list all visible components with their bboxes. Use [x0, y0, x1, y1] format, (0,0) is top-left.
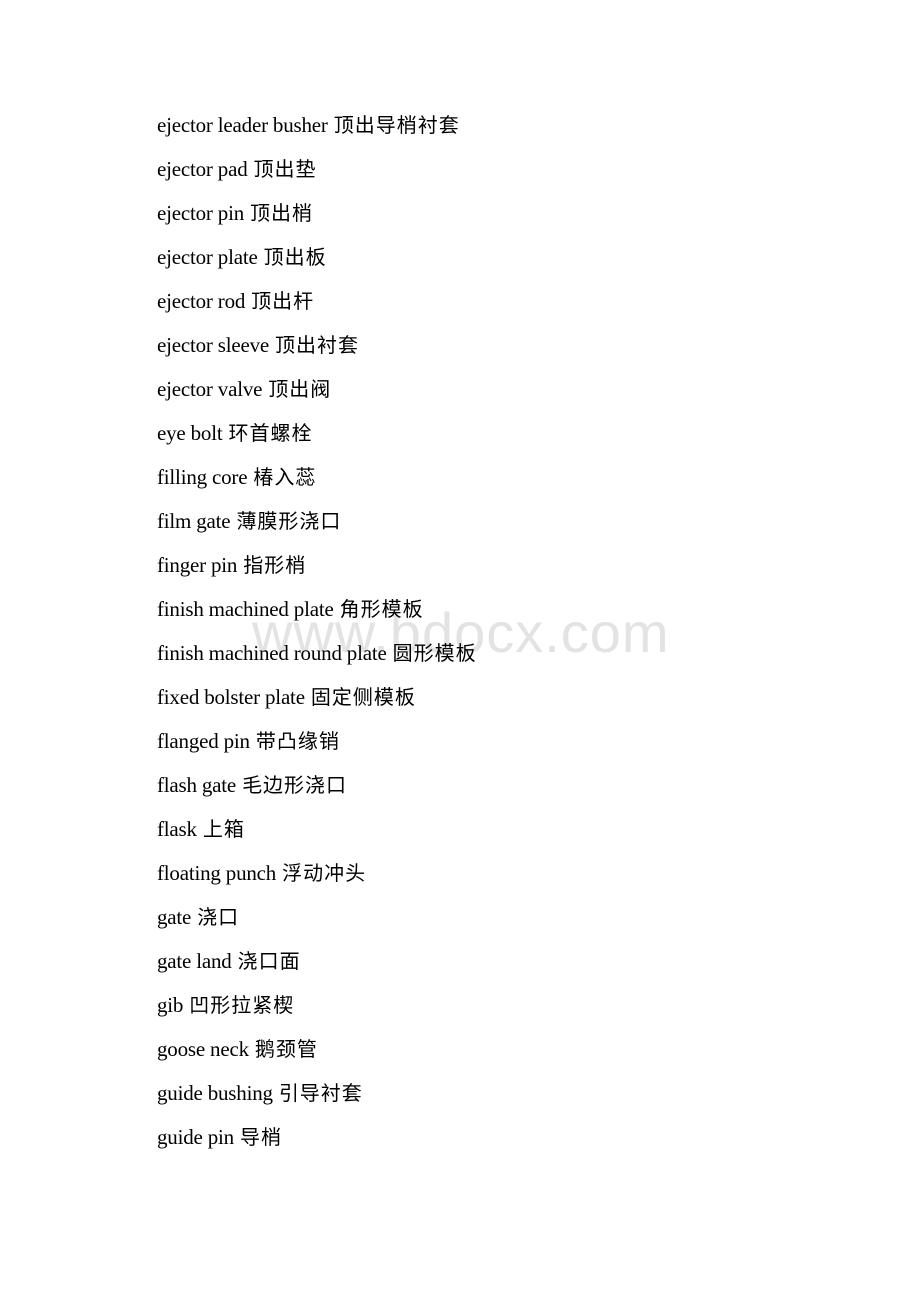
- glossary-entry: ejector pin 顶出梢: [157, 198, 477, 242]
- entry-term: finish machined round plate: [157, 641, 387, 665]
- entry-translation: 椿入蕊: [253, 465, 317, 489]
- entry-term: ejector sleeve: [157, 333, 270, 357]
- entry-translation: 顶出衬套: [275, 333, 360, 357]
- entry-term: guide bushing: [157, 1081, 273, 1105]
- glossary-entry: floating punch 浮动冲头: [157, 858, 477, 902]
- entry-term: flanged pin: [157, 729, 250, 753]
- entry-term: ejector pin: [157, 201, 245, 225]
- entry-translation: 导梢: [239, 1125, 282, 1149]
- entry-translation: 顶出板: [263, 245, 327, 269]
- entry-term: floating punch: [157, 861, 277, 885]
- entry-translation: 固定侧模板: [310, 685, 416, 709]
- entry-translation: 引导衬套: [278, 1081, 363, 1105]
- entry-term: gate: [157, 905, 192, 929]
- entry-translation: 上箱: [202, 817, 245, 841]
- entry-translation: 毛边形浇口: [242, 773, 348, 797]
- entry-term: goose neck: [157, 1037, 249, 1061]
- entry-term: ejector leader busher: [157, 113, 328, 137]
- entry-term: ejector plate: [157, 245, 258, 269]
- glossary-entry: film gate 薄膜形浇口: [157, 506, 477, 550]
- entry-term: fixed bolster plate: [157, 685, 305, 709]
- entry-translation: 顶出阀: [268, 377, 332, 401]
- glossary-entry: guide pin 导梢: [157, 1122, 477, 1166]
- glossary-entry: finger pin 指形梢: [157, 550, 477, 594]
- entry-translation: 薄膜形浇口: [236, 509, 342, 533]
- glossary-entry: eye bolt 环首螺栓: [157, 418, 477, 462]
- glossary-entry: flash gate 毛边形浇口: [157, 770, 477, 814]
- glossary-list: ejector leader busher 顶出导梢衬套 ejector pad 顶…: [157, 110, 477, 1166]
- entry-translation: 顶出导梢衬套: [333, 113, 460, 137]
- entry-translation: 顶出垫: [253, 157, 317, 181]
- glossary-entry: ejector leader busher 顶出导梢衬套: [157, 110, 477, 154]
- entry-translation: 浮动冲头: [282, 861, 367, 885]
- entry-translation: 圆形模板: [392, 641, 477, 665]
- entry-translation: 顶出杆: [251, 289, 315, 313]
- glossary-entry: gib 凹形拉紧楔: [157, 990, 477, 1034]
- glossary-entry: goose neck 鹅颈管: [157, 1034, 477, 1078]
- glossary-entry: fixed bolster plate 固定侧模板: [157, 682, 477, 726]
- entry-term: finish machined plate: [157, 597, 334, 621]
- entry-translation: 浇口面: [237, 949, 301, 973]
- entry-term: gib: [157, 993, 184, 1017]
- entry-translation: 浇口: [197, 905, 240, 929]
- entry-term: flask: [157, 817, 197, 841]
- glossary-entry: flask 上箱: [157, 814, 477, 858]
- entry-translation: 鹅颈管: [254, 1037, 318, 1061]
- entry-term: ejector rod: [157, 289, 246, 313]
- entry-term: flash gate: [157, 773, 237, 797]
- entry-translation: 角形模板: [339, 597, 424, 621]
- document-page: www.bdocx.com ejector leader busher 顶出导梢衬…: [0, 0, 920, 1302]
- glossary-entry: ejector valve 顶出阀: [157, 374, 477, 418]
- glossary-entry: gate land 浇口面: [157, 946, 477, 990]
- entry-translation: 带凸缘销: [255, 729, 340, 753]
- entry-translation: 凹形拉紧楔: [189, 993, 295, 1017]
- glossary-entry: filling core 椿入蕊: [157, 462, 477, 506]
- glossary-entry: guide bushing 引导衬套: [157, 1078, 477, 1122]
- entry-term: eye bolt: [157, 421, 223, 445]
- entry-term: ejector pad: [157, 157, 248, 181]
- glossary-entry: flanged pin 带凸缘销: [157, 726, 477, 770]
- glossary-entry: ejector rod 顶出杆: [157, 286, 477, 330]
- entry-term: film gate: [157, 509, 231, 533]
- glossary-entry: gate 浇口: [157, 902, 477, 946]
- entry-term: finger pin: [157, 553, 238, 577]
- glossary-entry: ejector plate 顶出板: [157, 242, 477, 286]
- entry-term: gate land: [157, 949, 232, 973]
- glossary-entry: ejector sleeve 顶出衬套: [157, 330, 477, 374]
- glossary-entry: finish machined plate 角形模板: [157, 594, 477, 638]
- entry-translation: 环首螺栓: [228, 421, 313, 445]
- glossary-entry: ejector pad 顶出垫: [157, 154, 477, 198]
- glossary-entry: finish machined round plate 圆形模板: [157, 638, 477, 682]
- entry-translation: 指形梢: [243, 553, 307, 577]
- entry-translation: 顶出梢: [250, 201, 314, 225]
- entry-term: ejector valve: [157, 377, 263, 401]
- entry-term: filling core: [157, 465, 248, 489]
- entry-term: guide pin: [157, 1125, 234, 1149]
